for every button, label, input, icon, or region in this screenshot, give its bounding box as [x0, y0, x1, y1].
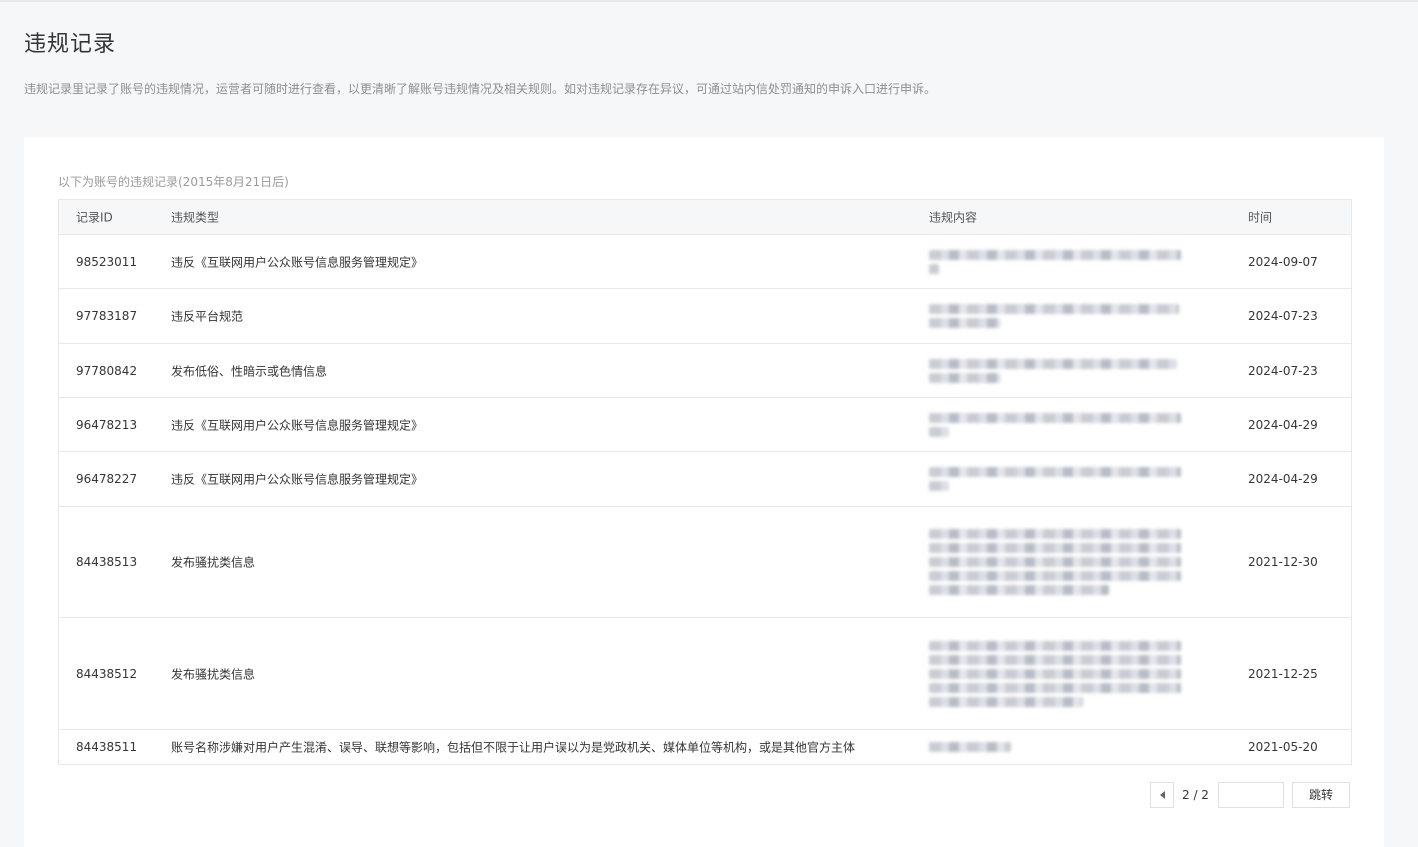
- table-row: 97783187 违反平台规范 2024-07-23: [59, 289, 1351, 344]
- jump-button[interactable]: 跳转: [1292, 782, 1350, 808]
- blurred-content: [929, 355, 1177, 387]
- table-row: 84438513 发布骚扰类信息 2021-12-30: [59, 507, 1351, 618]
- record-id: 98523011: [76, 254, 138, 269]
- violation-table: 记录ID 违规类型 违规内容 时间 98523011 违反《互联网用户公众账号信…: [58, 199, 1352, 765]
- violation-type: 发布骚扰类信息: [171, 667, 256, 681]
- record-id: 84438512: [76, 666, 138, 681]
- header-type: 违规类型: [171, 210, 220, 225]
- header-id: 记录ID: [76, 210, 113, 225]
- blurred-content: [929, 300, 1179, 332]
- table-row: 84438511 账号名称涉嫌对用户产生混淆、误导、联想等影响，包括但不限于让用…: [59, 730, 1351, 765]
- record-time: 2024-07-23: [1248, 309, 1318, 323]
- record-id: 96478227: [76, 472, 138, 486]
- record-id: 96478213: [76, 417, 138, 432]
- table-row: 97780842 发布低俗、性暗示或色情信息 2024-07-23: [59, 344, 1351, 398]
- record-time: 2021-05-20: [1248, 740, 1318, 754]
- violation-type: 违反《互联网用户公众账号信息服务管理规定》: [171, 255, 424, 269]
- table-row: 84438512 发布骚扰类信息 2021-12-25: [59, 618, 1351, 730]
- blurred-content: [929, 409, 1181, 441]
- page-title: 违规记录: [24, 32, 117, 57]
- blurred-content: [929, 525, 1181, 599]
- header-content: 违规内容: [929, 210, 978, 225]
- table-header: 记录ID 违规类型 违规内容 时间: [59, 200, 1351, 235]
- violation-type: 违反《互联网用户公众账号信息服务管理规定》: [171, 472, 424, 487]
- record-id: 97783187: [76, 309, 138, 323]
- record-id: 97780842: [76, 363, 138, 378]
- records-card: 以下为账号的违规记录(2015年8月21日后) 记录ID 违规类型 违规内容 时…: [24, 137, 1384, 847]
- top-divider: [0, 0, 1418, 2]
- record-time: 2021-12-25: [1248, 666, 1318, 681]
- page-number-input[interactable]: [1218, 782, 1284, 808]
- record-time: 2024-04-29: [1248, 417, 1318, 432]
- prev-page-button[interactable]: [1150, 782, 1174, 808]
- violation-type: 发布低俗、性暗示或色情信息: [171, 364, 328, 378]
- blurred-content: [929, 463, 1181, 495]
- blurred-content: [929, 246, 1181, 278]
- page-indicator: 2 / 2: [1182, 788, 1209, 802]
- blurred-content: [929, 738, 1011, 756]
- header-time: 时间: [1248, 210, 1273, 225]
- record-time: 2021-12-30: [1248, 555, 1318, 569]
- table-caption: 以下为账号的违规记录(2015年8月21日后): [58, 175, 289, 189]
- table-row: 96478213 违反《互联网用户公众账号信息服务管理规定》 2024-04-2…: [59, 398, 1351, 452]
- violation-type: 违反《互联网用户公众账号信息服务管理规定》: [171, 418, 424, 432]
- record-id: 84438513: [76, 555, 138, 569]
- violation-type: 违反平台规范: [171, 309, 244, 324]
- table-row: 98523011 违反《互联网用户公众账号信息服务管理规定》 2024-09-0…: [59, 235, 1351, 289]
- chevron-left-icon: [1159, 791, 1165, 799]
- record-time: 2024-09-07: [1248, 254, 1318, 269]
- record-time: 2024-04-29: [1248, 472, 1318, 486]
- record-id: 84438511: [76, 740, 138, 754]
- table-row: 96478227 违反《互联网用户公众账号信息服务管理规定》 2024-04-2…: [59, 452, 1351, 507]
- page-description: 违规记录里记录了账号的违规情况，运营者可随时进行查看，以更清晰了解账号违规情况及…: [24, 82, 937, 96]
- violation-type: 发布骚扰类信息: [171, 555, 256, 570]
- blurred-content: [929, 637, 1181, 711]
- record-time: 2024-07-23: [1248, 363, 1318, 378]
- violation-type: 账号名称涉嫌对用户产生混淆、误导、联想等影响，包括但不限于让用户误以为是党政机关…: [171, 740, 856, 755]
